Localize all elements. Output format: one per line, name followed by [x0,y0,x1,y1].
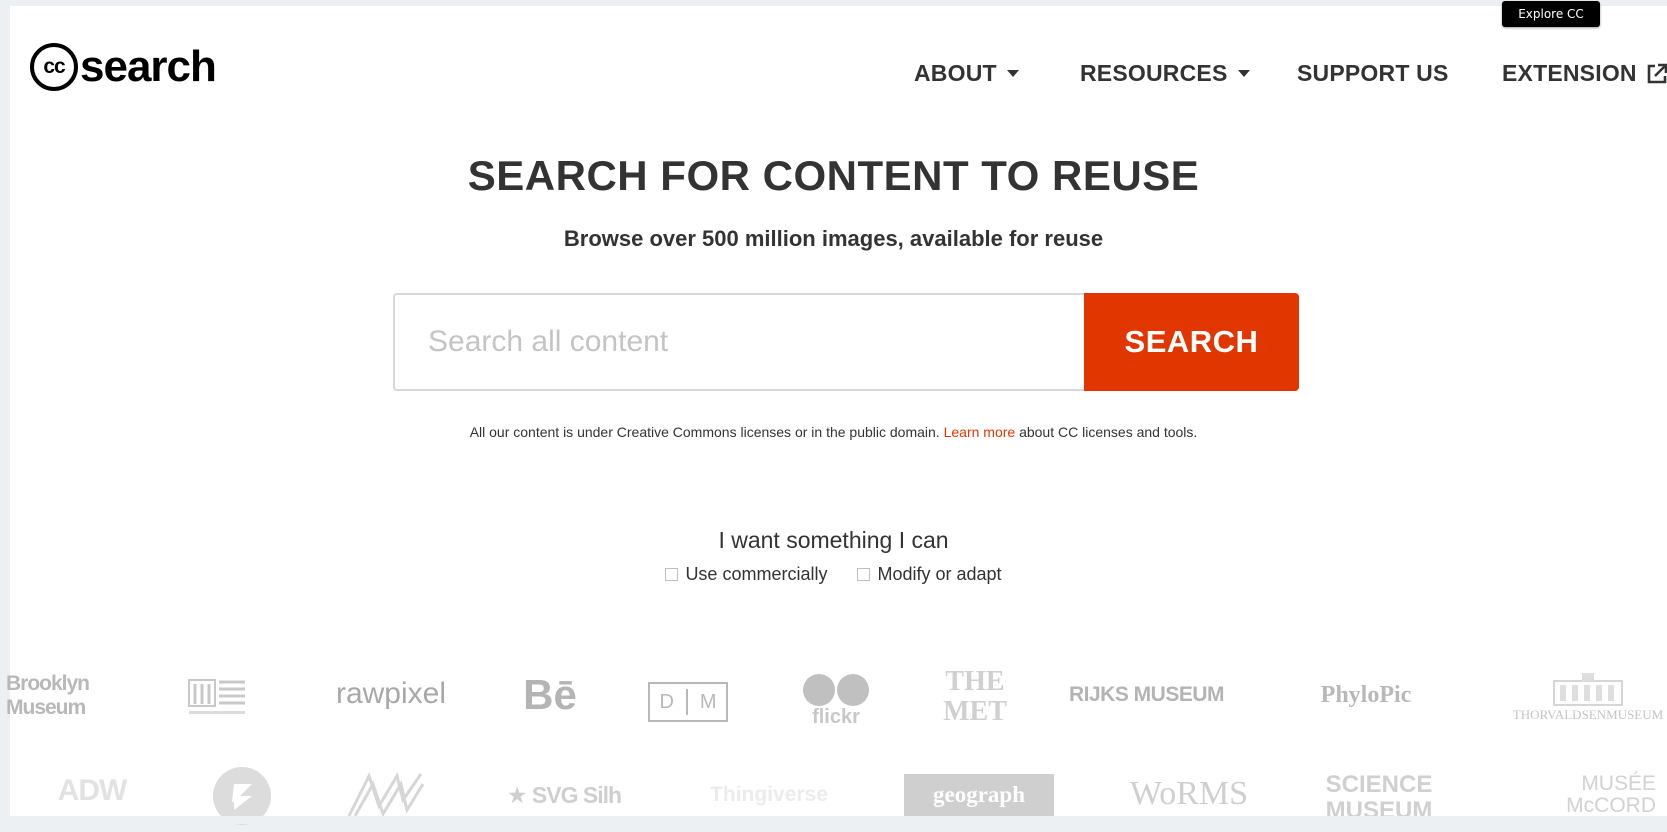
provider-logo-flickr[interactable]: flickr [800,670,872,730]
nav-extension[interactable]: EXTENSION [1502,60,1667,87]
provider-logo-text: SCIENCE [1325,771,1433,798]
divider [685,689,688,715]
provider-logo-musee-mccord[interactable]: MUSÉE McCORD [1506,770,1656,820]
provider-logo-text: THE [945,666,1005,697]
nypl-lines-icon [347,772,425,818]
nav-resources-label: RESOURCES [1080,60,1228,86]
provider-logo-dm[interactable]: D M [648,682,728,722]
provider-logo-cleveland-museum[interactable] [187,674,247,720]
search-field-container [393,293,1084,391]
provider-logo-text: Brooklyn [6,672,90,695]
provider-logo-text: flickr [812,705,860,728]
museum-building-icon [188,679,245,714]
nav-extension-label: EXTENSION [1502,60,1637,86]
checkbox[interactable] [857,568,871,581]
provider-logo-worms[interactable]: WoRMS [1124,774,1254,814]
provider-logo-adw[interactable]: ADW [42,774,142,808]
provider-logo-svg-silh[interactable]: ★ SVG Silh [500,780,628,810]
museum-facade-icon [1553,673,1623,706]
license-note: All our content is under Creative Common… [0,424,1667,440]
cc-search-logo[interactable]: cc search [30,42,217,92]
provider-logos-row-1: Brooklyn Museum rawpixel Bē D M flickr T… [0,667,1667,740]
provider-logo-rawpixel[interactable]: rawpixel [327,676,455,712]
page-bottom-edge [0,816,1667,824]
learn-more-link[interactable]: Learn more [944,424,1016,440]
provider-logo-the-met[interactable]: THE MET [940,664,1010,730]
provider-logo-thorvaldsen-museum[interactable]: THORVALDSENMUSEUM [1508,666,1667,728]
logo-wordmark: search [80,42,217,91]
filter-label: Modify or adapt [877,564,1002,584]
license-note-text: All our content is under Creative Common… [469,424,940,440]
provider-logo-thingiverse[interactable]: Thingiverse [700,780,838,810]
provider-logo-text: D [659,690,674,713]
filter-modify-or-adapt[interactable]: Modify or adapt [857,564,1002,585]
filter-label: Use commercially [685,564,828,584]
filter-options: Use commercially Modify or adapt [0,564,1667,585]
provider-logo-rijksmuseum[interactable]: RIJKS MUSEUM [1069,680,1225,710]
provider-logo-nypl[interactable] [345,770,425,820]
external-link-icon [1647,63,1667,83]
provider-logo-text: Museum [6,696,86,719]
provider-logo-text: THORVALDSENMUSEUM [1512,707,1664,722]
provider-logo-text: McCORD [1566,794,1656,817]
explore-cc-button[interactable]: Explore CC [1502,1,1600,27]
nav-support-us-label: SUPPORT US [1297,60,1449,86]
nav-about[interactable]: ABOUT [914,60,1019,87]
search-input[interactable] [426,324,1030,360]
provider-logo-text: MET [943,696,1007,727]
provider-logo-text: M [699,690,717,713]
filter-heading: I want something I can [718,527,949,553]
nav-resources[interactable]: RESOURCES [1080,60,1250,87]
provider-logo-behance[interactable]: Bē [522,671,578,718]
flickr-dots-icon [803,673,869,706]
provider-logo-brooklyn-museum[interactable]: Brooklyn Museum [6,670,116,722]
page-subtitle: Browse over 500 million images, availabl… [563,226,1104,251]
provider-logo-geograph[interactable]: geograph [904,774,1054,816]
caret-down-icon [1237,70,1250,77]
provider-logo-text: MUSÉE [1581,772,1656,795]
caret-down-icon [1006,70,1019,77]
license-note-suffix: about CC licenses and tools. [1019,424,1198,440]
cc-logo-icon: cc [30,43,78,91]
checkbox[interactable] [665,568,679,581]
filter-use-commercially[interactable]: Use commercially [665,564,827,585]
nav-about-label: ABOUT [914,60,997,86]
search-button[interactable]: SEARCH [1084,293,1299,391]
provider-logo-phylopic[interactable]: PhyloPic [1296,680,1436,710]
nav-support-us[interactable]: SUPPORT US [1297,60,1449,87]
page-title: SEARCH FOR CONTENT TO REUSE [467,152,1200,199]
